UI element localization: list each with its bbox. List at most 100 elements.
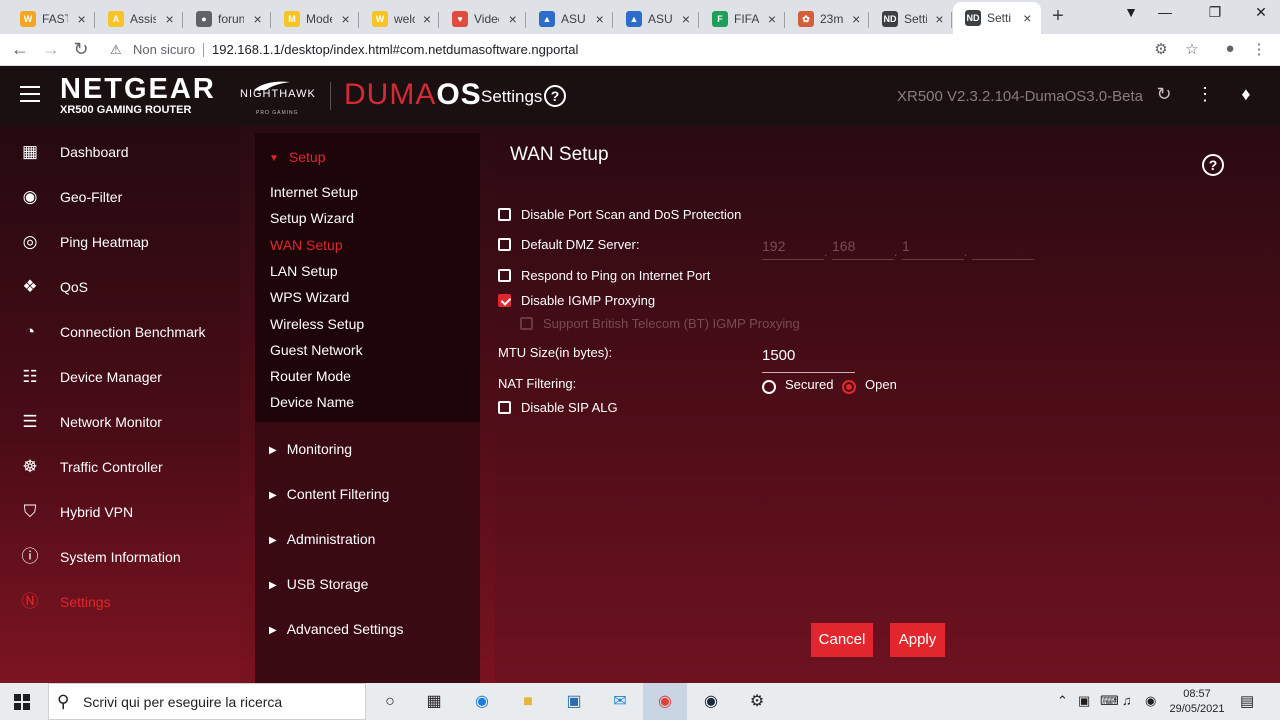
sidebar-item-dashboard[interactable]: ▦ Dashboard bbox=[0, 138, 240, 166]
more-options-icon[interactable]: ⋮ bbox=[1194, 84, 1216, 105]
tray-chevron-up-icon[interactable]: ⌃ bbox=[1057, 693, 1068, 709]
sidebar-item-hybrid-vpn[interactable]: ⛉ Hybrid VPN bbox=[0, 498, 240, 526]
taskbar-clock[interactable]: 08:57 29/05/2021 bbox=[1168, 687, 1226, 717]
notifications-bell-icon[interactable]: ♦ bbox=[1235, 84, 1257, 105]
browser-tab[interactable]: ✿ 23ms × bbox=[786, 4, 869, 34]
task-view-icon[interactable]: ▦ bbox=[421, 689, 447, 715]
steam-icon[interactable]: ◉ bbox=[698, 689, 724, 715]
subnav-group-content-filtering[interactable]: ▶ Content Filtering bbox=[269, 486, 389, 502]
sidebar-item-settings[interactable]: Ⓝ Settings bbox=[0, 588, 240, 616]
forward-arrow-icon[interactable]: → bbox=[40, 39, 62, 60]
hamburger-menu-icon[interactable] bbox=[20, 86, 40, 104]
browser-menu-icon[interactable]: ⋮ bbox=[1248, 40, 1270, 58]
url-field[interactable]: 192.168.1.1/desktop/index.html#com.netdu… bbox=[212, 42, 578, 57]
apply-button[interactable]: Apply bbox=[890, 623, 945, 657]
sidebar-item-device-manager[interactable]: ☷ Device Manager bbox=[0, 363, 240, 391]
disable-igmp-row[interactable]: Disable IGMP Proxying bbox=[498, 293, 655, 308]
windows-start-icon[interactable] bbox=[14, 694, 30, 710]
nat-secured-radio[interactable] bbox=[762, 380, 776, 394]
back-arrow-icon[interactable]: ← bbox=[9, 39, 31, 60]
tab-search-icon[interactable]: ▼ bbox=[1116, 4, 1146, 20]
browser-tab[interactable]: M Mode × bbox=[272, 4, 359, 34]
tray-volume-icon[interactable]: ♫ bbox=[1122, 693, 1132, 708]
tab-close-icon[interactable]: × bbox=[421, 11, 433, 27]
tab-close-icon[interactable]: × bbox=[1020, 10, 1035, 26]
profile-avatar-icon[interactable]: ● bbox=[1219, 40, 1241, 57]
tab-close-icon[interactable]: × bbox=[250, 11, 265, 27]
close-window-button[interactable]: ✕ bbox=[1246, 4, 1276, 21]
sidebar-item-traffic-controller[interactable]: ☸ Traffic Controller bbox=[0, 453, 240, 481]
subnav-link-router-mode[interactable]: Router Mode bbox=[270, 368, 351, 384]
refresh-icon[interactable]: ↻ bbox=[1153, 84, 1175, 105]
bookmark-star-icon[interactable]: ☆ bbox=[1181, 40, 1203, 58]
notification-center-icon[interactable]: ▤ bbox=[1240, 692, 1254, 710]
subnav-link-guest-network[interactable]: Guest Network bbox=[270, 342, 363, 358]
browser-tab[interactable]: ▲ ASUS × bbox=[614, 4, 699, 34]
dmz-row[interactable]: Default DMZ Server: bbox=[498, 237, 639, 252]
tray-globe-icon[interactable]: ◉ bbox=[1145, 693, 1156, 709]
dmz-ip-octet-1[interactable]: 192 bbox=[762, 238, 824, 260]
sidebar-item-qos[interactable]: ❖ QoS bbox=[0, 273, 240, 301]
disable-sip-row[interactable]: Disable SIP ALG bbox=[498, 400, 618, 415]
tab-close-icon[interactable]: × bbox=[765, 11, 779, 27]
cortana-icon[interactable]: ○ bbox=[377, 689, 403, 715]
browser-tab[interactable]: ▲ ASUS × bbox=[527, 4, 613, 34]
maximize-button[interactable]: ❐ bbox=[1200, 4, 1230, 21]
tray-network-icon[interactable]: ▣ bbox=[1078, 693, 1090, 709]
help-icon[interactable]: ? bbox=[544, 85, 566, 107]
sidebar-item-system-information[interactable]: ⓘ System Information bbox=[0, 543, 240, 571]
disable-portscan-checkbox[interactable] bbox=[498, 208, 511, 221]
cancel-button[interactable]: Cancel bbox=[811, 623, 873, 657]
subnav-group-advanced-settings[interactable]: ▶ Advanced Settings bbox=[269, 621, 403, 637]
sidebar-item-ping-heatmap[interactable]: ◎ Ping Heatmap bbox=[0, 228, 240, 256]
reload-icon[interactable]: ↻ bbox=[70, 39, 92, 60]
browser-tab[interactable]: A Assis × bbox=[96, 4, 183, 34]
browser-tab[interactable]: ♥ Video × bbox=[440, 4, 526, 34]
tab-close-icon[interactable]: × bbox=[850, 11, 863, 27]
tab-close-icon[interactable]: × bbox=[592, 11, 607, 27]
warning-icon[interactable]: ⚠ bbox=[110, 42, 122, 58]
mail-icon[interactable]: ✉ bbox=[607, 689, 633, 715]
tab-close-icon[interactable]: × bbox=[679, 11, 693, 27]
subnav-link-lan-setup[interactable]: LAN Setup bbox=[270, 263, 338, 279]
disable-sip-checkbox[interactable] bbox=[498, 401, 511, 414]
sidebar-item-network-monitor[interactable]: ☰ Network Monitor bbox=[0, 408, 240, 436]
browser-tab[interactable]: Wwelco × bbox=[360, 4, 439, 34]
settings-gear-icon[interactable]: ⚙ bbox=[744, 689, 770, 715]
new-tab-button[interactable]: + bbox=[1046, 5, 1070, 28]
dmz-ip-octet-2[interactable]: 168 bbox=[832, 238, 894, 260]
subnav-link-wan-setup[interactable]: WAN Setup bbox=[270, 237, 343, 253]
tab-close-icon[interactable]: × bbox=[338, 11, 353, 27]
subnav-link-internet-setup[interactable]: Internet Setup bbox=[270, 184, 358, 200]
tab-close-icon[interactable]: × bbox=[505, 11, 520, 27]
security-label[interactable]: Non sicuro bbox=[133, 42, 195, 57]
subnav-link-wps-wizard[interactable]: WPS Wizard bbox=[270, 289, 349, 305]
chrome-browser-icon[interactable]: ◉ bbox=[652, 689, 678, 715]
dmz-ip-octet-4[interactable] bbox=[972, 238, 1034, 260]
tab-close-icon[interactable]: × bbox=[162, 11, 177, 27]
taskbar-search-box[interactable]: ⚲ Scrivi qui per eseguire la ricerca bbox=[48, 683, 366, 720]
subnav-link-setup-wizard[interactable]: Setup Wizard bbox=[270, 210, 354, 226]
sidebar-item-connection-benchmark[interactable]: ◔ Connection Benchmark bbox=[0, 318, 240, 346]
browser-tab[interactable]: ● forun × bbox=[184, 4, 271, 34]
tray-language-icon[interactable]: ⌨ bbox=[1100, 693, 1119, 709]
subnav-group-usb-storage[interactable]: ▶ USB Storage bbox=[269, 576, 368, 592]
dmz-checkbox[interactable] bbox=[498, 238, 511, 251]
sidebar-item-geo-filter[interactable]: ◉ Geo-Filter bbox=[0, 183, 240, 211]
mtu-input[interactable]: 1500 bbox=[762, 347, 855, 373]
disable-igmp-checkbox[interactable] bbox=[498, 294, 511, 307]
subnav-link-device-name[interactable]: Device Name bbox=[270, 394, 354, 410]
edge-browser-icon[interactable]: ◉ bbox=[469, 689, 495, 715]
respond-ping-checkbox[interactable] bbox=[498, 269, 511, 282]
respond-ping-row[interactable]: Respond to Ping on Internet Port bbox=[498, 268, 710, 283]
nat-open-radio[interactable] bbox=[842, 380, 856, 394]
subnav-group-administration[interactable]: ▶ Administration bbox=[269, 531, 375, 547]
panel-help-icon[interactable]: ? bbox=[1202, 154, 1224, 176]
tab-close-icon[interactable]: × bbox=[933, 11, 946, 27]
minimize-button[interactable]: — bbox=[1150, 4, 1180, 20]
subnav-link-wireless-setup[interactable]: Wireless Setup bbox=[270, 316, 364, 332]
setup-section-header[interactable]: ▼ Setup bbox=[269, 149, 326, 165]
store-icon[interactable]: ▣ bbox=[561, 689, 587, 715]
browser-tab[interactable]: ND Setti × bbox=[953, 2, 1041, 34]
tab-close-icon[interactable]: × bbox=[74, 11, 89, 27]
